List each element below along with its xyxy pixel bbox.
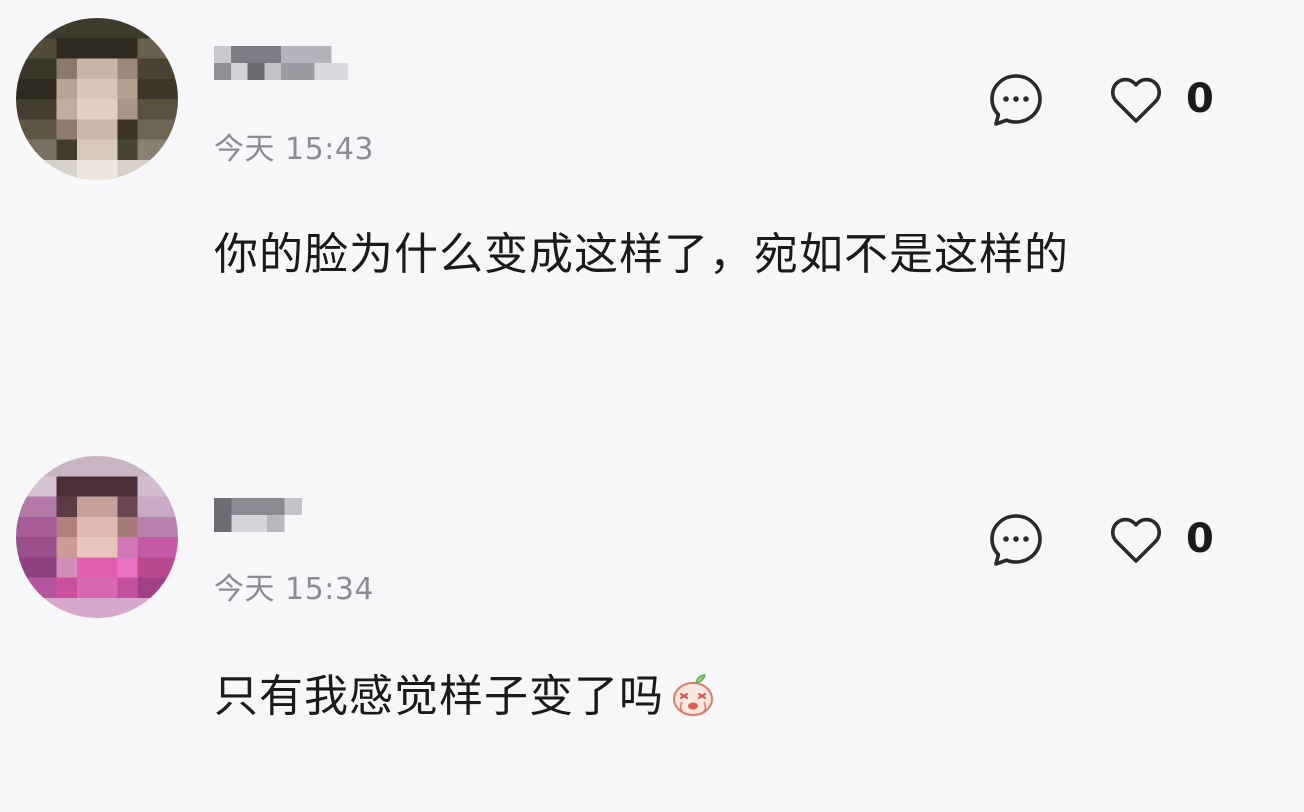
like-count: 0 — [1186, 516, 1214, 562]
heart-icon[interactable] — [1108, 74, 1164, 126]
heart-icon[interactable] — [1108, 514, 1164, 566]
comment-item: 今天 15:34 0 只有我感觉样子变了吗 — [0, 440, 1304, 812]
comment-timestamp: 今天 15:43 — [214, 132, 374, 167]
reply-icon[interactable] — [986, 510, 1046, 570]
avatar[interactable] — [16, 456, 178, 618]
username-redacted-icon[interactable] — [214, 46, 348, 80]
comment-timestamp: 今天 15:34 — [214, 572, 374, 607]
reply-icon[interactable] — [986, 70, 1046, 130]
like-count: 0 — [1186, 76, 1214, 122]
comment-text: 你的脸为什么变成这样了，宛如不是这样的 — [214, 229, 1069, 280]
comment-item: 今天 15:43 0 你的脸为什么变成这样了，宛如不是这样的 — [0, 0, 1304, 420]
username-redacted-icon[interactable] — [214, 498, 302, 532]
crying-face-emoji-icon — [670, 672, 716, 718]
comment-text-row: 只有我感觉样子变了吗 — [214, 660, 716, 724]
avatar[interactable] — [16, 18, 178, 180]
comment-text: 只有我感觉样子变了吗 — [214, 671, 664, 722]
